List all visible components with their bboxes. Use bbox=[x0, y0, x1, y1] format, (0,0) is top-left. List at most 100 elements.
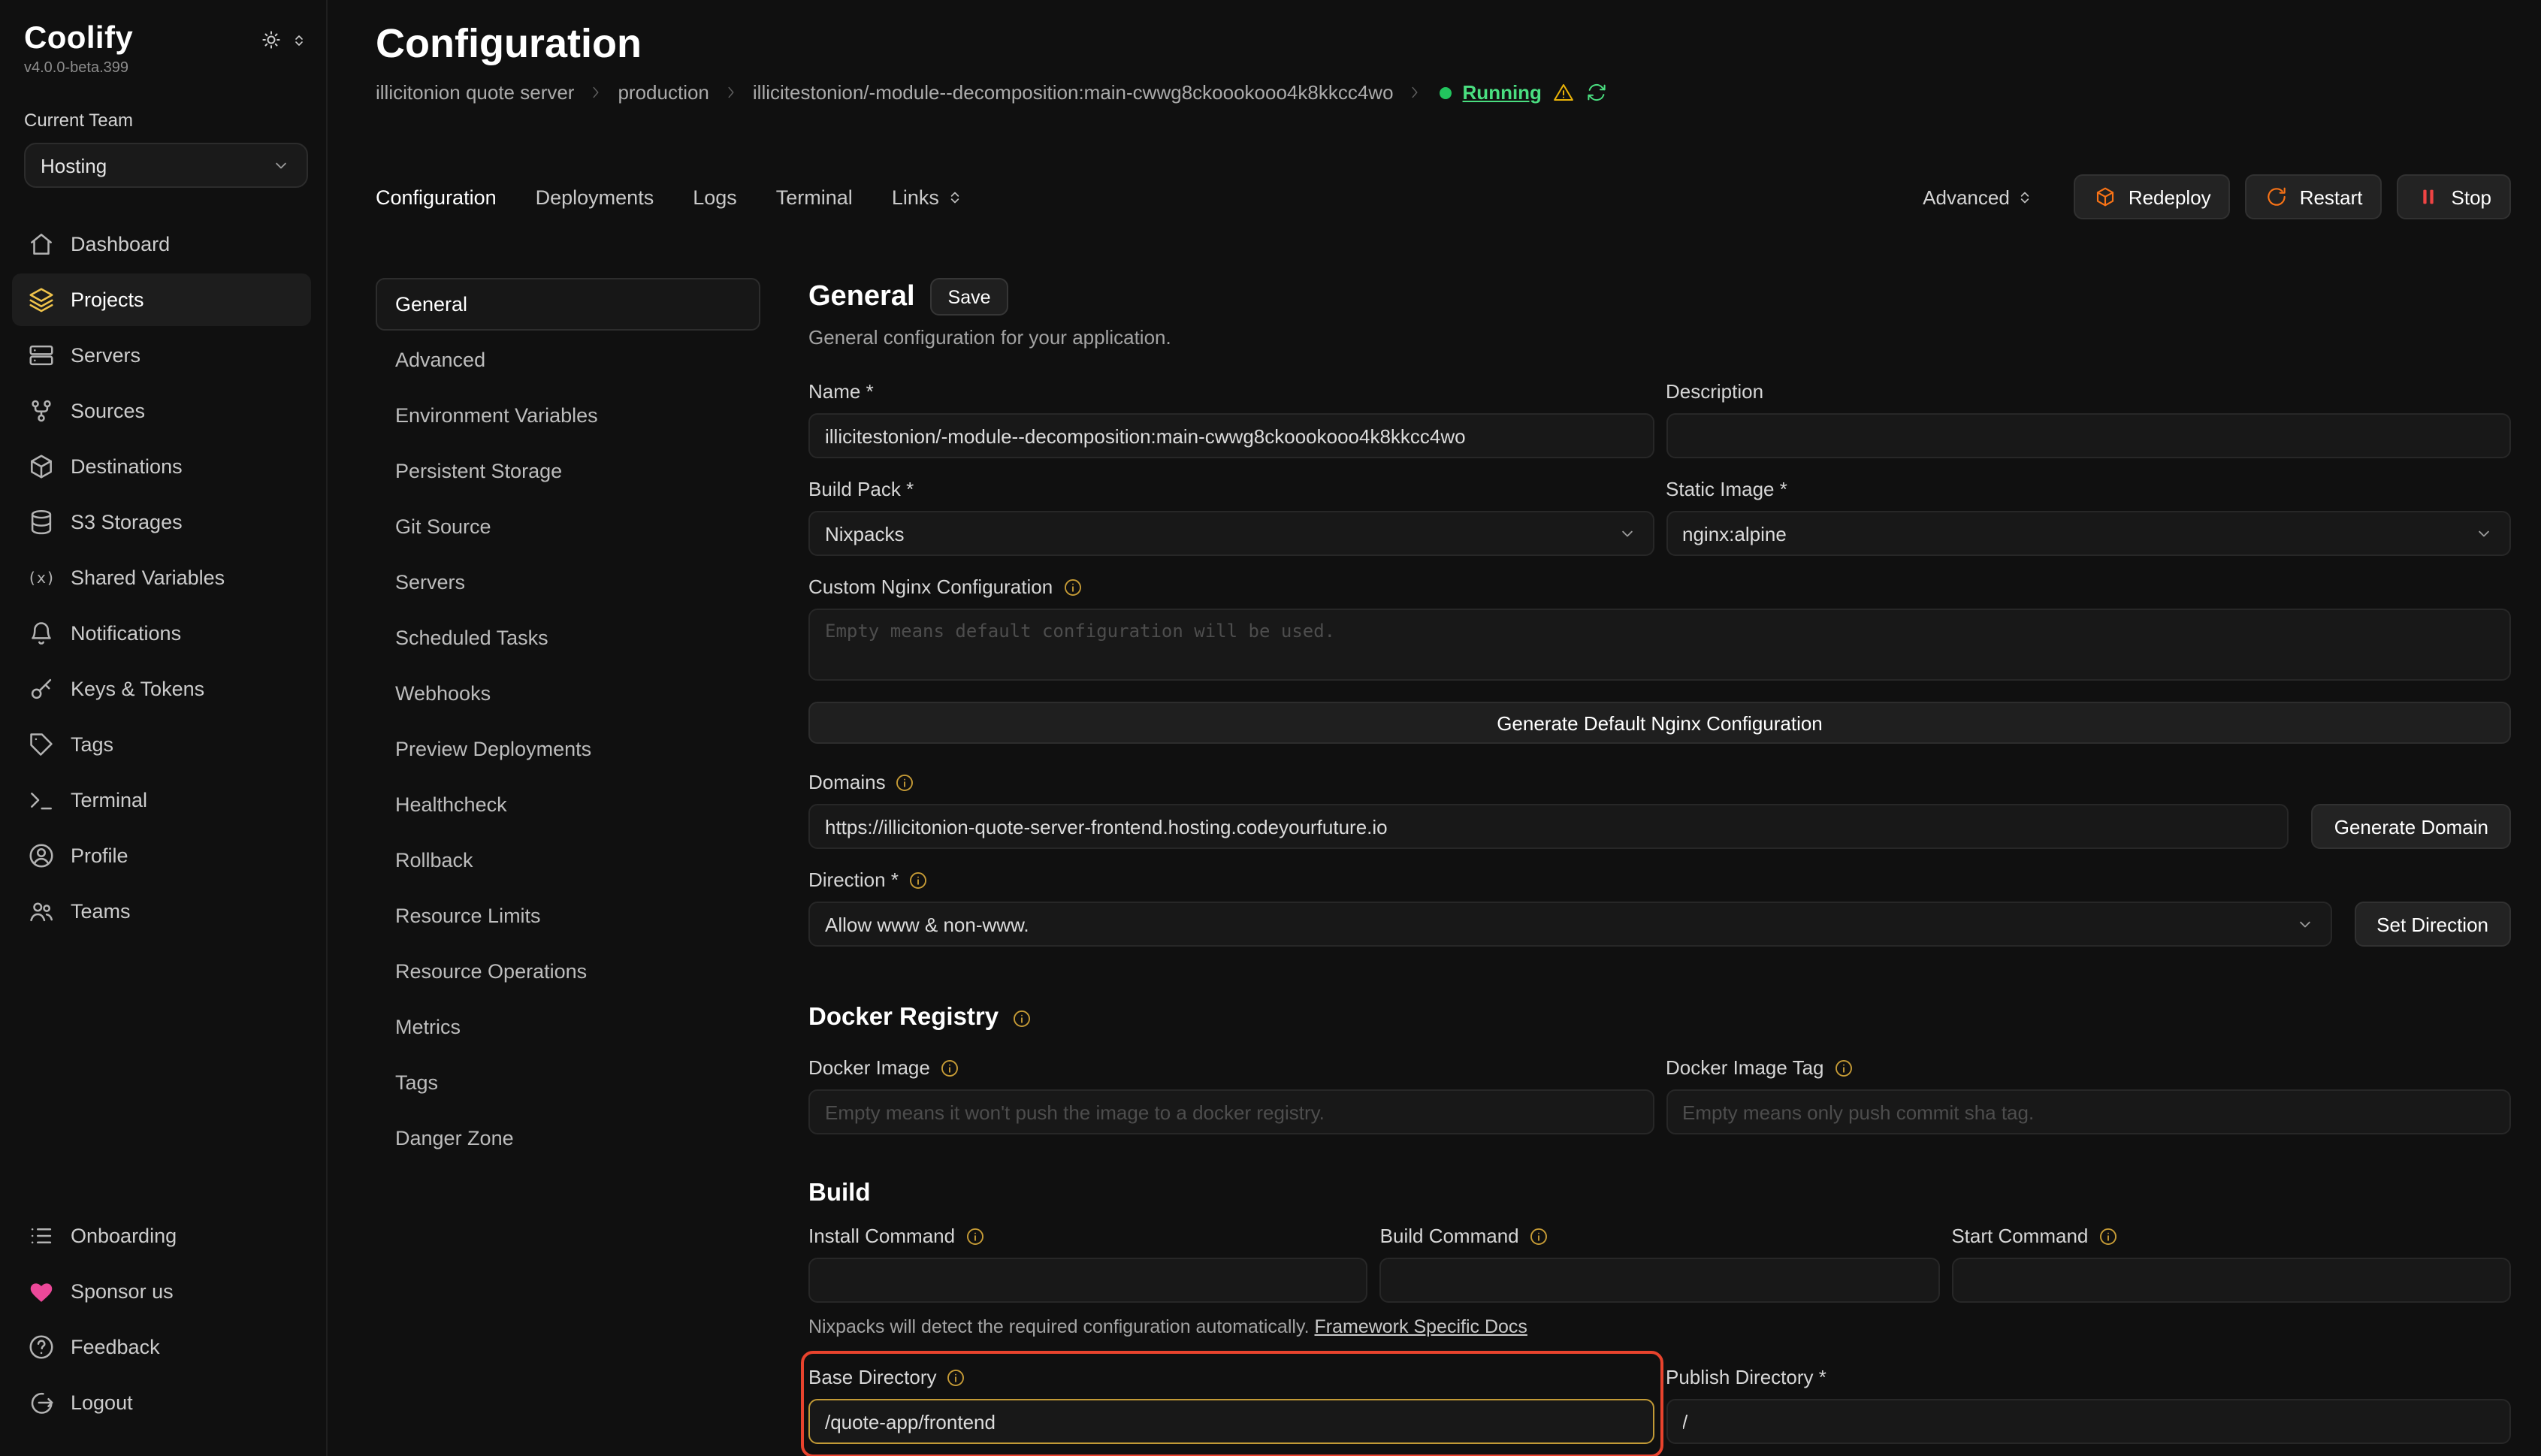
base-directory-input[interactable] bbox=[808, 1399, 1654, 1444]
subnav-servers[interactable]: Servers bbox=[376, 556, 760, 609]
build-command-input[interactable] bbox=[1380, 1258, 1940, 1303]
stop-button[interactable]: Stop bbox=[2397, 174, 2512, 219]
build-command-label: Build Command bbox=[1380, 1225, 1519, 1249]
publish-directory-input[interactable] bbox=[1666, 1399, 2511, 1444]
info-icon[interactable] bbox=[895, 772, 916, 793]
breadcrumb-project[interactable]: illicitonion quote server bbox=[376, 81, 574, 104]
subnav-preview-deployments[interactable]: Preview Deployments bbox=[376, 723, 760, 775]
sidebar-item-label: Teams bbox=[71, 900, 131, 923]
layers-icon bbox=[27, 285, 56, 314]
info-icon[interactable] bbox=[946, 1367, 967, 1388]
subnav-resource-operations[interactable]: Resource Operations bbox=[376, 945, 760, 998]
redeploy-button[interactable]: Redeploy bbox=[2074, 174, 2231, 219]
tab-configuration[interactable]: Configuration bbox=[376, 186, 497, 208]
tab-deployments[interactable]: Deployments bbox=[536, 186, 654, 208]
section-title-docker-registry: Docker Registry bbox=[808, 1004, 999, 1032]
sidebar-item-tags[interactable]: Tags bbox=[12, 718, 311, 771]
bell-icon bbox=[27, 619, 56, 648]
restart-button[interactable]: Restart bbox=[2246, 174, 2382, 219]
sidebar-item-onboarding[interactable]: Onboarding bbox=[12, 1210, 311, 1262]
logout-icon bbox=[27, 1388, 56, 1417]
docker-image-tag-input[interactable] bbox=[1666, 1089, 2511, 1134]
theme-sun-icon[interactable] bbox=[260, 29, 283, 51]
subnav-persistent-storage[interactable]: Persistent Storage bbox=[376, 445, 760, 497]
tab-links[interactable]: Links bbox=[892, 186, 965, 208]
sidebar-item-sponsor[interactable]: Sponsor us bbox=[12, 1265, 311, 1318]
breadcrumb-application[interactable]: illicitestonion/-module--decomposition:m… bbox=[753, 81, 1394, 104]
framework-docs-link[interactable]: Framework Specific Docs bbox=[1315, 1316, 1527, 1337]
direction-select[interactable]: Allow www & non-www. bbox=[808, 902, 2331, 947]
subnav-advanced[interactable]: Advanced bbox=[376, 334, 760, 386]
subnav-danger-zone[interactable]: Danger Zone bbox=[376, 1112, 760, 1164]
save-button[interactable]: Save bbox=[930, 278, 1009, 316]
docker-image-input[interactable] bbox=[808, 1089, 1654, 1134]
info-icon[interactable] bbox=[908, 870, 929, 891]
install-command-input[interactable] bbox=[808, 1258, 1368, 1303]
subnav-environment-variables[interactable]: Environment Variables bbox=[376, 389, 760, 442]
info-icon[interactable] bbox=[1528, 1226, 1549, 1247]
key-icon bbox=[27, 675, 56, 703]
sidebar-item-label: Terminal bbox=[71, 789, 147, 811]
generate-domain-button[interactable]: Generate Domain bbox=[2312, 804, 2511, 849]
name-input[interactable] bbox=[808, 413, 1654, 458]
sidebar-item-feedback[interactable]: Feedback bbox=[12, 1321, 311, 1373]
sidebar-item-shared-variables[interactable]: (x) Shared Variables bbox=[12, 551, 311, 604]
description-input[interactable] bbox=[1666, 413, 2511, 458]
advanced-dropdown[interactable]: Advanced bbox=[1923, 186, 2035, 208]
sidebar-item-notifications[interactable]: Notifications bbox=[12, 607, 311, 660]
static-image-select[interactable]: nginx:alpine bbox=[1666, 511, 2511, 556]
info-icon[interactable] bbox=[1011, 1007, 1032, 1029]
sidebar-item-servers[interactable]: Servers bbox=[12, 329, 311, 382]
redeploy-label: Redeploy bbox=[2129, 186, 2211, 208]
brand-logo[interactable]: Coolify bbox=[24, 21, 133, 57]
sidebar-item-logout[interactable]: Logout bbox=[12, 1376, 311, 1429]
sidebar-item-s3-storages[interactable]: S3 Storages bbox=[12, 496, 311, 548]
domains-input[interactable] bbox=[808, 804, 2289, 849]
nginx-config-textarea[interactable] bbox=[808, 609, 2511, 681]
info-icon[interactable] bbox=[939, 1058, 960, 1079]
tab-terminal[interactable]: Terminal bbox=[776, 186, 853, 208]
sidebar-item-label: S3 Storages bbox=[71, 511, 183, 533]
subnav-metrics[interactable]: Metrics bbox=[376, 1001, 760, 1053]
refresh-icon[interactable] bbox=[1585, 81, 1608, 104]
sidebar-item-keys-tokens[interactable]: Keys & Tokens bbox=[12, 663, 311, 715]
info-icon[interactable] bbox=[1062, 577, 1083, 598]
subnav-rollback[interactable]: Rollback bbox=[376, 834, 760, 887]
subnav-git-source[interactable]: Git Source bbox=[376, 500, 760, 553]
app-version: v4.0.0-beta.399 bbox=[24, 60, 308, 77]
sidebar-item-profile[interactable]: Profile bbox=[12, 829, 311, 882]
subnav-scheduled-tasks[interactable]: Scheduled Tasks bbox=[376, 612, 760, 664]
sidebar-item-dashboard[interactable]: Dashboard bbox=[12, 218, 311, 270]
sidebar-item-teams[interactable]: Teams bbox=[12, 885, 311, 938]
chevron-down-icon bbox=[2294, 914, 2315, 935]
sidebar-item-projects[interactable]: Projects bbox=[12, 273, 311, 326]
name-label: Name * bbox=[808, 380, 874, 404]
team-select[interactable]: Hosting bbox=[24, 143, 308, 188]
status-running-link[interactable]: Running bbox=[1463, 81, 1542, 104]
generate-nginx-button[interactable]: Generate Default Nginx Configuration bbox=[808, 702, 2511, 744]
build-pack-select[interactable]: Nixpacks bbox=[808, 511, 1654, 556]
section-title-general: General bbox=[808, 280, 915, 313]
sidebar-item-label: Dashboard bbox=[71, 233, 170, 255]
database-icon bbox=[27, 508, 56, 536]
info-icon[interactable] bbox=[964, 1226, 985, 1247]
info-icon[interactable] bbox=[1833, 1058, 1854, 1079]
sidebar-item-destinations[interactable]: Destinations bbox=[12, 440, 311, 493]
subnav-tags[interactable]: Tags bbox=[376, 1056, 760, 1109]
chevron-down-icon bbox=[270, 155, 292, 176]
subnav-webhooks[interactable]: Webhooks bbox=[376, 667, 760, 720]
start-command-input[interactable] bbox=[1951, 1258, 2511, 1303]
set-direction-button[interactable]: Set Direction bbox=[2354, 902, 2511, 947]
restart-label: Restart bbox=[2300, 186, 2363, 208]
theme-chevrons-icon[interactable] bbox=[290, 31, 308, 49]
info-icon[interactable] bbox=[2097, 1226, 2118, 1247]
subnav-resource-limits[interactable]: Resource Limits bbox=[376, 890, 760, 942]
tab-logs[interactable]: Logs bbox=[693, 186, 737, 208]
direction-value: Allow www & non-www. bbox=[825, 913, 1029, 935]
sidebar-item-sources[interactable]: Sources bbox=[12, 385, 311, 437]
chevron-right-icon bbox=[1407, 84, 1424, 101]
subnav-general[interactable]: General bbox=[376, 278, 760, 331]
subnav-healthcheck[interactable]: Healthcheck bbox=[376, 778, 760, 831]
breadcrumb-environment[interactable]: production bbox=[618, 81, 709, 104]
sidebar-item-terminal[interactable]: Terminal bbox=[12, 774, 311, 826]
